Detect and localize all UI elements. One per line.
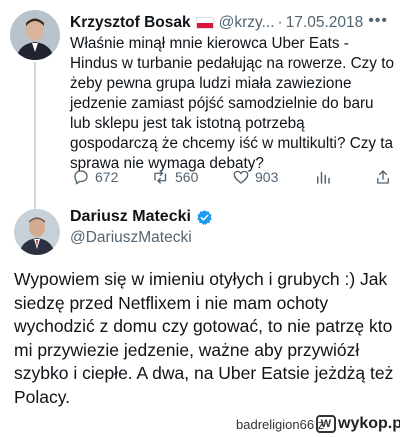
like-count: 903 xyxy=(255,169,279,185)
tweet-date[interactable]: 17.05.2018 xyxy=(286,14,364,32)
more-horizontal-icon[interactable]: ••• xyxy=(368,12,388,30)
analytics-icon xyxy=(317,171,330,184)
verified-badge-icon xyxy=(197,209,212,225)
author-name-row: Dariusz Matecki xyxy=(70,208,213,226)
avatar[interactable] xyxy=(10,10,60,60)
thread-line xyxy=(34,62,36,212)
share-icon xyxy=(377,170,389,184)
tweet-text: Właśnie minął mnie kierowca Uber Eats - … xyxy=(70,35,394,172)
wykop-logo[interactable]: W wykop.pl xyxy=(316,415,400,433)
author-handle[interactable]: @krzy... xyxy=(219,14,275,32)
poland-flag-icon xyxy=(195,17,214,29)
watermark-footer: badreligion66 z W wykop.pl xyxy=(0,414,400,437)
retweet-button[interactable]: 560 xyxy=(152,166,198,188)
tweet-text: Wypowiem się w imieniu otyłych i grubych… xyxy=(14,269,394,407)
heart-icon xyxy=(233,170,249,184)
retweet-icon xyxy=(154,170,167,184)
separator: · xyxy=(277,14,283,31)
like-button[interactable]: 903 xyxy=(232,166,278,188)
tweet-header: Dariusz Matecki @DariuszMatecki xyxy=(70,208,213,247)
uploader-name[interactable]: badreligion66 xyxy=(236,417,314,432)
reply-button[interactable]: 672 xyxy=(72,166,118,188)
share-button[interactable] xyxy=(374,166,397,188)
author-handle[interactable]: @DariuszMatecki xyxy=(70,229,213,247)
wykop-logo-text: wykop.pl xyxy=(338,415,400,432)
tweet-krzysztof-bosak: Krzysztof Bosak @krzy... · 17.05.2018 ••… xyxy=(0,0,400,212)
avatar[interactable] xyxy=(14,209,60,255)
views-button[interactable] xyxy=(314,166,337,188)
tweet-header: Krzysztof Bosak @krzy... · 17.05.2018 ••… xyxy=(70,12,390,34)
retweet-count: 560 xyxy=(175,169,199,185)
author-name[interactable]: Dariusz Matecki xyxy=(70,208,191,226)
tweet-actions: 672 560 903 xyxy=(66,166,396,188)
reply-icon xyxy=(74,170,88,185)
reply-count: 672 xyxy=(95,169,119,185)
wykop-logo-icon: W xyxy=(316,415,336,433)
author-name[interactable]: Krzysztof Bosak xyxy=(70,14,191,32)
uploader-credit: badreligion66 z xyxy=(236,417,324,432)
